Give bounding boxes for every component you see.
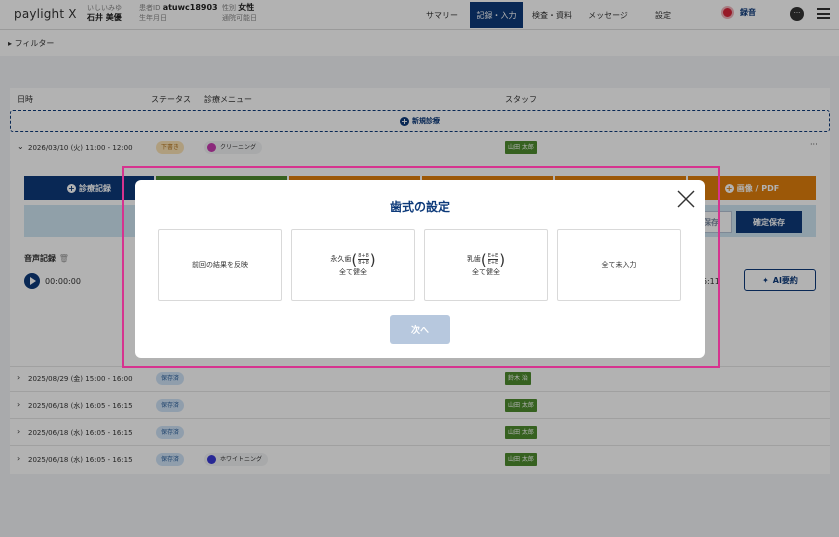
modal-title: 歯式の設定: [389, 200, 450, 214]
formula-bottom: 8+8: [358, 260, 369, 266]
option-all-unentered[interactable]: 全て未入力: [557, 229, 681, 301]
option-apply-previous[interactable]: 前回の結果を反映: [158, 229, 282, 301]
next-button[interactable]: 次へ: [390, 315, 450, 344]
option-sub: 全て健全: [472, 267, 500, 276]
option-permanent-all-healthy[interactable]: 永久歯 ( 8+8 8+8 ) 全て健全: [291, 229, 415, 301]
tooth-formula: ( 8+8 8+8 ): [351, 250, 376, 269]
dentition-settings-modal: 歯式の設定 前回の結果を反映 永久歯 ( 8+8 8+8 ) 全て健全 乳歯 ( …: [135, 180, 705, 358]
tooth-formula: ( E+E E+E ): [480, 250, 506, 269]
close-icon[interactable]: [675, 188, 697, 210]
option-label: 前回の結果を反映: [192, 260, 248, 269]
formula-top: 8+8: [358, 253, 369, 260]
option-prefix: 永久歯: [330, 255, 352, 263]
option-label: 全て未入力: [601, 260, 637, 269]
formula-bottom: E+E: [487, 260, 499, 266]
option-primary-all-healthy[interactable]: 乳歯 ( E+E E+E ) 全て健全: [424, 229, 548, 301]
option-sub: 全て健全: [339, 267, 367, 276]
option-prefix: 乳歯: [466, 255, 481, 263]
formula-top: E+E: [487, 253, 499, 260]
